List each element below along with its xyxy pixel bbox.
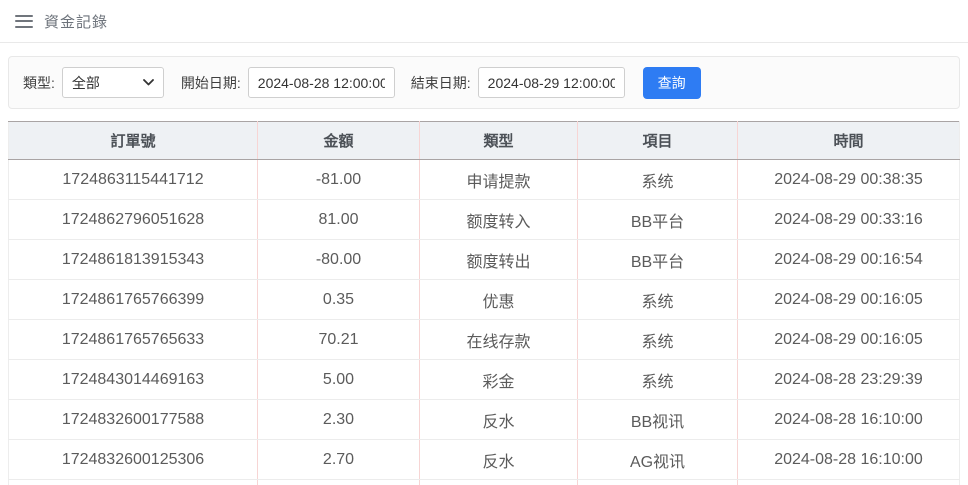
table-header-row: 訂單號 金額 類型 項目 時間	[9, 122, 960, 160]
cell-time: 2024-08-29 00:16:05	[738, 320, 960, 360]
end-date-input[interactable]	[478, 67, 625, 98]
cell-order-no: 1724863115441712	[9, 160, 258, 200]
page-title: 資金記錄	[44, 11, 108, 32]
cell-order-no: 1724862796051628	[9, 200, 258, 240]
start-date-input[interactable]	[248, 67, 395, 98]
cell-item: BB平台	[578, 200, 738, 240]
cell-type: 反水	[420, 400, 578, 440]
cell-order-no: 1724861765765633	[9, 320, 258, 360]
table-row: 1724861813915343 -80.00 额度转出 BB平台 2024-0…	[9, 240, 960, 280]
cell-amount: 5.00	[258, 360, 420, 400]
cell-time: 2024-08-29 00:38:35	[738, 160, 960, 200]
column-header-type: 類型	[420, 122, 578, 160]
cell-type: 彩金	[420, 360, 578, 400]
table-row: 1724861765765633 70.21 在线存款 系统 2024-08-2…	[9, 320, 960, 360]
search-button[interactable]: 查詢	[643, 67, 701, 99]
cell-item: BB平台	[578, 240, 738, 280]
cell-amount: -80.00	[258, 240, 420, 280]
table-body: 1724863115441712 -81.00 申请提款 系统 2024-08-…	[9, 160, 960, 485]
column-header-item: 項目	[578, 122, 738, 160]
top-bar: 資金記錄	[0, 0, 968, 43]
end-date-label: 結束日期:	[411, 73, 471, 93]
table-row: 1724861765766399 0.35 优惠 系统 2024-08-29 0…	[9, 280, 960, 320]
cell-amount: 70.21	[258, 320, 420, 360]
table-row: 1724832600125306 2.70 反水 AG视讯 2024-08-28…	[9, 440, 960, 480]
column-header-time: 時間	[738, 122, 960, 160]
column-header-order-no: 訂單號	[9, 122, 258, 160]
table-row: 1724832600177588 2.30 反水 BB视讯 2024-08-28…	[9, 400, 960, 440]
table-row	[9, 480, 960, 485]
cell-time: 2024-08-28 16:10:00	[738, 440, 960, 480]
cell-order-no: 1724861765766399	[9, 280, 258, 320]
cell-type: 额度转出	[420, 240, 578, 280]
cell-time: 2024-08-28 23:29:39	[738, 360, 960, 400]
filter-panel: 類型: 全部 開始日期: 結束日期: 查詢	[8, 56, 960, 109]
cell-amount: 81.00	[258, 200, 420, 240]
cell-type: 优惠	[420, 280, 578, 320]
cell-type	[420, 480, 578, 485]
cell-order-no	[9, 480, 258, 485]
cell-type: 额度转入	[420, 200, 578, 240]
cell-type: 在线存款	[420, 320, 578, 360]
cell-time: 2024-08-29 00:16:05	[738, 280, 960, 320]
records-table: 訂單號 金額 類型 項目 時間 1724863115441712 -81.00 …	[8, 121, 960, 485]
table-row: 1724862796051628 81.00 额度转入 BB平台 2024-08…	[9, 200, 960, 240]
cell-time: 2024-08-28 16:10:00	[738, 400, 960, 440]
cell-order-no: 1724843014469163	[9, 360, 258, 400]
type-select-value: 全部	[72, 73, 100, 93]
type-select[interactable]: 全部	[62, 67, 164, 98]
cell-type: 反水	[420, 440, 578, 480]
cell-amount: 2.30	[258, 400, 420, 440]
cell-order-no: 1724832600125306	[9, 440, 258, 480]
cell-time: 2024-08-29 00:16:54	[738, 240, 960, 280]
cell-item	[578, 480, 738, 485]
cell-order-no: 1724832600177588	[9, 400, 258, 440]
cell-item: BB视讯	[578, 400, 738, 440]
cell-time	[738, 480, 960, 485]
cell-amount: 0.35	[258, 280, 420, 320]
cell-amount: 2.70	[258, 440, 420, 480]
hamburger-menu-icon[interactable]	[15, 15, 33, 28]
cell-item: AG视讯	[578, 440, 738, 480]
records-table-wrap: 訂單號 金額 類型 項目 時間 1724863115441712 -81.00 …	[8, 121, 960, 485]
cell-amount: -81.00	[258, 160, 420, 200]
table-row: 1724843014469163 5.00 彩金 系统 2024-08-28 2…	[9, 360, 960, 400]
chevron-down-icon	[143, 79, 154, 86]
start-date-label: 開始日期:	[181, 73, 241, 93]
cell-item: 系统	[578, 360, 738, 400]
table-row: 1724863115441712 -81.00 申请提款 系统 2024-08-…	[9, 160, 960, 200]
cell-time: 2024-08-29 00:33:16	[738, 200, 960, 240]
type-label: 類型:	[23, 73, 55, 93]
cell-item: 系统	[578, 320, 738, 360]
cell-amount	[258, 480, 420, 485]
cell-item: 系统	[578, 160, 738, 200]
cell-type: 申请提款	[420, 160, 578, 200]
cell-item: 系统	[578, 280, 738, 320]
cell-order-no: 1724861813915343	[9, 240, 258, 280]
column-header-amount: 金額	[258, 122, 420, 160]
